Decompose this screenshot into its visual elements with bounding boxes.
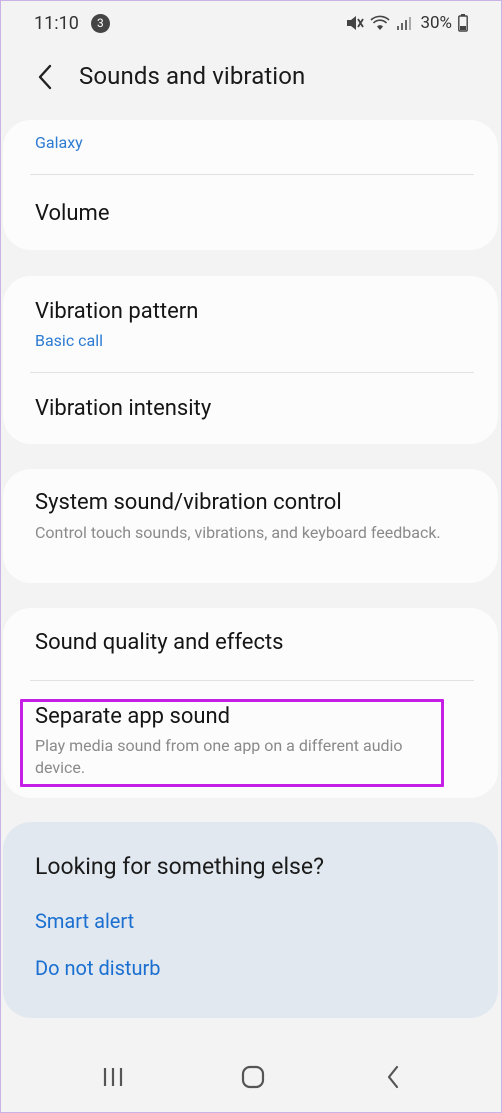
system-control-row[interactable]: System sound/vibration control Control t… <box>3 469 498 583</box>
vibration-intensity-row[interactable]: Vibration intensity <box>3 373 498 444</box>
back-button[interactable] <box>30 62 60 92</box>
looking-for-something-else-card: Looking for something else? Smart alert … <box>3 822 498 1018</box>
system-control-description: Control touch sounds, vibrations, and ke… <box>35 523 441 542</box>
wifi-icon <box>370 15 390 31</box>
highlight-annotation-box <box>20 699 444 787</box>
system-nav-bar <box>0 1040 502 1113</box>
status-bar: 11:10 3 30% <box>0 0 502 46</box>
sound-quality-label: Sound quality and effects <box>35 630 284 655</box>
volume-label: Volume <box>35 201 110 226</box>
status-time: 11:10 <box>34 12 79 34</box>
system-control-label: System sound/vibration control <box>35 490 342 515</box>
vibration-intensity-label: Vibration intensity <box>35 396 212 421</box>
volume-row[interactable]: Volume <box>3 175 498 250</box>
card-vibration: Vibration pattern Basic call Vibration i… <box>3 276 498 444</box>
vibration-pattern-label: Vibration pattern <box>35 299 199 324</box>
recent-apps-icon <box>103 1068 123 1086</box>
home-button[interactable] <box>238 1064 268 1090</box>
card-sound-quality: Sound quality and effects Separate app s… <box>3 608 498 798</box>
recent-apps-button[interactable] <box>98 1064 128 1090</box>
vibration-pattern-row[interactable]: Vibration pattern Basic call <box>3 276 498 372</box>
back-arrow-icon <box>38 64 52 90</box>
system-back-button[interactable] <box>378 1064 408 1090</box>
card-volume: Galaxy Volume <box>3 120 498 250</box>
status-icons: 30% <box>346 13 468 33</box>
smart-alert-link[interactable]: Smart alert <box>35 909 134 933</box>
card-system-control: System sound/vibration control Control t… <box>3 469 498 583</box>
signal-icon <box>396 15 412 31</box>
vibration-pattern-value: Basic call <box>35 331 104 350</box>
home-icon <box>241 1065 265 1089</box>
sound-quality-row[interactable]: Sound quality and effects <box>3 608 498 680</box>
mute-icon <box>346 15 365 31</box>
page-title: Sounds and vibration <box>79 62 306 90</box>
battery-icon <box>458 14 468 32</box>
ringtone-value: Galaxy <box>35 133 83 152</box>
do-not-disturb-link[interactable]: Do not disturb <box>35 956 161 980</box>
looking-title: Looking for something else? <box>35 853 324 880</box>
back-chevron-icon <box>387 1065 399 1089</box>
app-header: Sounds and vibration <box>0 52 502 102</box>
notification-count-badge: 3 <box>90 13 110 33</box>
battery-percentage: 30% <box>420 13 452 33</box>
